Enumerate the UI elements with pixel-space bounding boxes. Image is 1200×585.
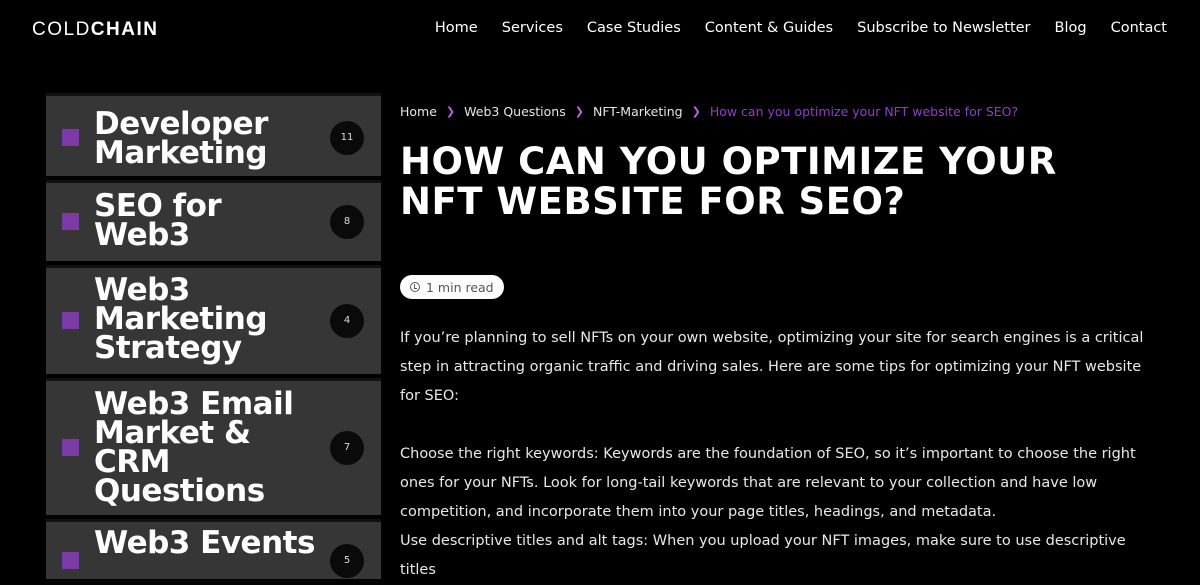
- category-count: 7: [330, 431, 364, 465]
- category-sidebar: Developer Marketing 11 SEO for Web3 8 We…: [46, 93, 381, 583]
- category-web3-marketing-strategy[interactable]: Web3 Marketing Strategy 4: [46, 265, 381, 374]
- chevron-right-icon: ❯: [574, 105, 584, 118]
- category-bullet: [62, 213, 79, 230]
- nav-contact[interactable]: Contact: [1111, 20, 1167, 36]
- category-bullet: [62, 439, 79, 456]
- article-body: If you’re planning to sell NFTs on your …: [400, 324, 1145, 585]
- nav-content-guides[interactable]: Content & Guides: [705, 20, 833, 36]
- category-bullet: [62, 552, 79, 569]
- category-count: 11: [330, 121, 364, 155]
- logo[interactable]: COLDCHAIN: [32, 19, 158, 41]
- nav-blog[interactable]: Blog: [1055, 20, 1087, 36]
- category-count: 4: [330, 304, 364, 338]
- breadcrumb-home[interactable]: Home: [400, 104, 437, 119]
- category-seo-for-web3[interactable]: SEO for Web3 8: [46, 180, 381, 261]
- article-paragraph: Choose the right keywords: Keywords are …: [400, 446, 1136, 520]
- nav-home[interactable]: Home: [435, 20, 478, 36]
- category-developer-marketing[interactable]: Developer Marketing 11: [46, 93, 381, 176]
- breadcrumb-nft-marketing[interactable]: NFT-Marketing: [593, 104, 683, 119]
- nav-case-studies[interactable]: Case Studies: [587, 20, 681, 36]
- read-time-text: 1 min read: [426, 279, 494, 295]
- category-bullet: [62, 312, 79, 329]
- nav-subscribe[interactable]: Subscribe to Newsletter: [857, 20, 1030, 36]
- breadcrumb-current: How can you optimize your NFT website fo…: [709, 104, 1019, 119]
- breadcrumb-web3-questions[interactable]: Web3 Questions: [464, 104, 566, 119]
- category-bullet: [62, 129, 79, 146]
- category-label: Developer Marketing: [94, 106, 268, 171]
- category-count: 8: [330, 205, 364, 239]
- read-time-badge: 1 min read: [400, 275, 504, 299]
- page-title: HOW CAN YOU OPTIMIZE YOUR NFT WEBSITE FO…: [400, 140, 1057, 223]
- clock-icon: [410, 282, 420, 292]
- breadcrumb: Home ❯ Web3 Questions ❯ NFT-Marketing ❯ …: [400, 104, 1018, 119]
- chevron-right-icon: ❯: [445, 105, 456, 118]
- category-label: Web3 Marketing Strategy: [94, 272, 268, 366]
- logo-light: COLD: [32, 19, 91, 40]
- chevron-right-icon: ❯: [691, 105, 701, 118]
- nav-services[interactable]: Services: [502, 20, 563, 36]
- category-label: Web3 Email Market & CRM Questions: [94, 386, 294, 509]
- article-paragraph: Use descriptive titles and alt tags: Whe…: [400, 533, 1126, 578]
- logo-bold: CHAIN: [90, 19, 159, 40]
- category-web3-email-crm[interactable]: Web3 Email Market & CRM Questions 7: [46, 378, 381, 515]
- site-header: COLDCHAIN Home Services Case Studies Con…: [0, 0, 1200, 60]
- category-web3-events[interactable]: Web3 Events 5: [46, 519, 381, 579]
- article-paragraph: If you’re planning to sell NFTs on your …: [400, 330, 1144, 404]
- category-label: SEO for Web3: [94, 188, 222, 253]
- main-nav: Home Services Case Studies Content & Gui…: [435, 20, 1167, 36]
- category-count: 5: [330, 544, 364, 578]
